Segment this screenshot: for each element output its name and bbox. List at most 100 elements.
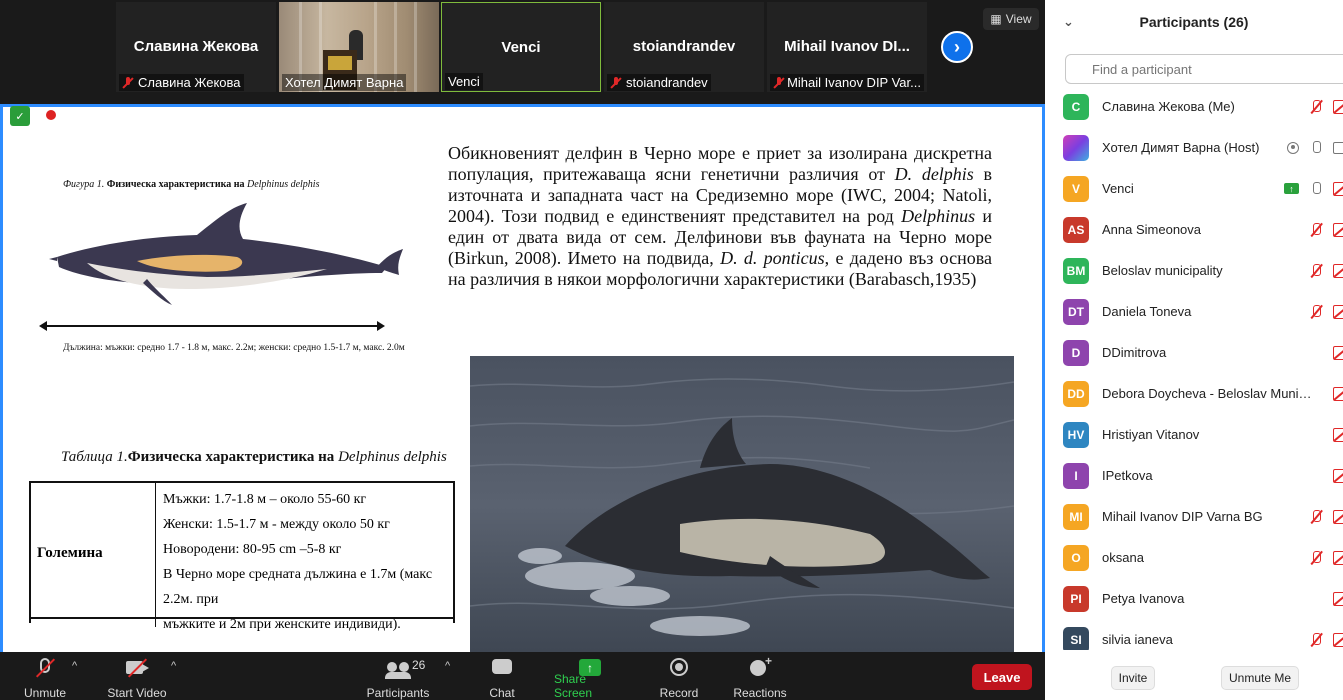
participants-options-caret-icon[interactable]: ^ <box>445 660 450 672</box>
shared-screen: Фигура 1. Физическа характеристика на De… <box>0 104 1045 652</box>
unmute-me-button[interactable]: Unmute Me <box>1221 666 1299 690</box>
tile-name: Venci <box>501 39 541 56</box>
video-off-icon <box>1333 386 1343 401</box>
tile-label-text: Venci <box>448 74 480 89</box>
length-note: Дължина: мъжки: средно 1.7 - 1.8 м, макс… <box>63 343 405 353</box>
participant-name: oksana <box>1102 550 1144 565</box>
video-off-icon <box>124 656 150 680</box>
participant-list: C Славина Жекова (Me) Хотел Димят Варна … <box>1045 86 1343 650</box>
video-tile-stoiandrandev[interactable]: stoiandrandev stoiandrandev <box>604 2 764 92</box>
mic-muted-icon <box>1309 263 1323 279</box>
view-button[interactable]: ▦ View <box>983 8 1039 30</box>
start-video-label: Start Video <box>107 686 167 700</box>
table-row-label: Големина <box>37 545 103 561</box>
record-icon <box>666 656 692 680</box>
participant-name: Venci <box>1102 181 1134 196</box>
tile-label: Venci <box>445 73 483 90</box>
participants-panel: ⌄ Participants (26) C Славина Жекова (Me… <box>1045 0 1343 700</box>
tile-label: Хотел Димят Варна <box>282 74 407 91</box>
participant-row[interactable]: BM Beloslav municipality <box>1045 250 1343 291</box>
video-tile-venci[interactable]: Venci Venci <box>441 2 601 92</box>
participants-count-badge: 26 <box>412 658 426 672</box>
participants-icon <box>385 656 411 680</box>
chevron-down-icon[interactable]: ⌄ <box>1063 14 1074 30</box>
participant-row[interactable]: V Venci ↑ <box>1045 168 1343 209</box>
mic-muted-icon <box>1309 99 1323 115</box>
video-off-icon <box>1333 632 1343 647</box>
participant-name: Beloslav municipality <box>1102 263 1223 278</box>
participant-search-input[interactable] <box>1065 54 1343 84</box>
tile-label-text: Mihail Ivanov DIP Var... <box>787 75 921 90</box>
presentation-slide: Фигура 1. Физическа характеристика на De… <box>13 115 1035 652</box>
share-screen-button[interactable]: ↑ Share Screen <box>554 656 626 700</box>
video-options-caret-icon[interactable]: ^ <box>171 660 176 672</box>
table-line: Новородени: 80-95 cm –5-8 кг <box>163 542 342 557</box>
participant-row[interactable]: DT Daniela Toneva <box>1045 291 1343 332</box>
audio-options-caret-icon[interactable]: ^ <box>72 660 77 672</box>
record-icon <box>1287 141 1299 154</box>
tile-label: stoiandrandev <box>607 74 711 91</box>
table-bottom-border <box>29 617 455 619</box>
mic-muted-icon <box>1309 632 1323 648</box>
avatar: V <box>1063 175 1089 202</box>
mic-muted-icon <box>1309 222 1323 238</box>
tile-label-text: stoiandrandev <box>626 75 708 90</box>
reactions-icon: + <box>747 654 773 680</box>
figure-caption: Фигура 1. Физическа характеристика на De… <box>63 179 320 190</box>
view-label: View <box>1005 12 1032 26</box>
video-tile-mihail[interactable]: Mihail Ivanov DI... Mihail Ivanov DIP Va… <box>767 2 927 92</box>
record-button[interactable]: Record <box>656 656 702 700</box>
participant-row[interactable]: I IPetkova <box>1045 455 1343 496</box>
participant-row[interactable]: HV Hristiyan Vitanov <box>1045 414 1343 455</box>
participant-row[interactable]: DD Debora Doycheva - Beloslav Munici... <box>1045 373 1343 414</box>
participant-row[interactable]: MI Mihail Ivanov DIP Varna BG <box>1045 496 1343 537</box>
participant-row[interactable]: C Славина Жекова (Me) <box>1045 86 1343 127</box>
avatar: SI <box>1063 626 1089 650</box>
tile-name: Славина Жекова <box>133 38 259 55</box>
participant-name: Славина Жекова (Me) <box>1102 99 1235 114</box>
share-screen-icon: ↑ <box>577 656 603 676</box>
video-off-icon <box>1333 591 1343 606</box>
start-video-button[interactable]: Start Video <box>104 656 170 700</box>
dolphin-photo <box>470 356 1014 652</box>
traits-table: Големина Мъжки: 1.7-1.8 м – около 55-60 … <box>29 481 455 632</box>
participant-name: silvia ianeva <box>1102 632 1173 647</box>
mic-icon <box>1309 181 1323 197</box>
tile-label: Славина Жекова <box>119 74 244 91</box>
chat-icon <box>489 656 515 680</box>
security-shield-icon[interactable]: ✓ <box>10 106 30 126</box>
participant-row[interactable]: O oksana <box>1045 537 1343 578</box>
unmute-label: Unmute <box>23 686 67 700</box>
participant-row[interactable]: Хотел Димят Варна (Host) <box>1045 127 1343 168</box>
mic-muted-icon <box>1309 304 1323 320</box>
unmute-button[interactable]: Unmute <box>18 656 72 700</box>
mic-muted-icon <box>773 76 783 89</box>
video-tile-hotel[interactable]: Хотел Димят Варна <box>279 2 439 92</box>
mic-muted-icon <box>122 76 134 89</box>
participant-row[interactable]: AS Anna Simeonova <box>1045 209 1343 250</box>
participant-row[interactable]: PI Petya Ivanova <box>1045 578 1343 619</box>
panel-header: ⌄ Participants (26) <box>1045 0 1343 44</box>
participant-name: Хотел Димят Варна (Host) <box>1102 140 1260 155</box>
reactions-button[interactable]: + Reactions <box>732 654 788 700</box>
record-label: Record <box>659 686 699 700</box>
invite-button[interactable]: Invite <box>1111 666 1155 690</box>
grid-icon: ▦ <box>990 12 1002 26</box>
dolphin-illustration <box>49 203 403 305</box>
avatar: C <box>1063 93 1089 120</box>
participant-name: IPetkova <box>1102 468 1153 483</box>
avatar: O <box>1063 544 1089 571</box>
video-icon <box>1333 141 1343 154</box>
leave-button[interactable]: Leave <box>972 664 1032 690</box>
avatar: BM <box>1063 257 1089 284</box>
tile-name: stoiandrandev <box>632 38 736 55</box>
video-tile-slavina[interactable]: Славина Жекова Славина Жекова <box>116 2 276 92</box>
participant-row[interactable]: SI silvia ianeva <box>1045 619 1343 650</box>
chat-button[interactable]: Chat <box>480 656 524 700</box>
video-off-icon <box>1333 427 1343 442</box>
participant-row[interactable]: D DDimitrova <box>1045 332 1343 373</box>
gallery-next-button[interactable]: › <box>941 31 973 63</box>
avatar: PI <box>1063 585 1089 612</box>
table-cell: Мъжки: 1.7-1.8 м – около 55-60 кг Женски… <box>163 487 453 637</box>
mic-icon <box>1309 140 1323 156</box>
